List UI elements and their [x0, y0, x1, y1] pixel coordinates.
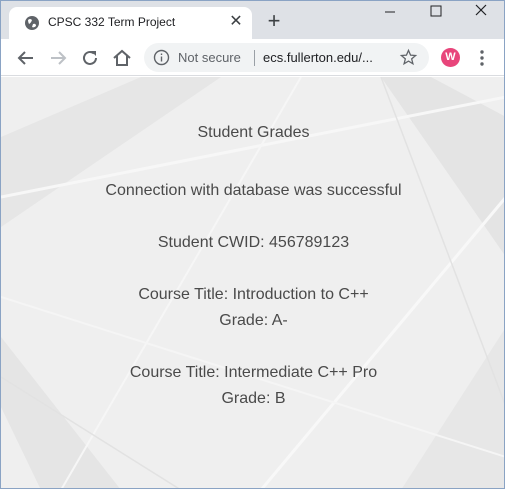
connection-status-text: Connection with database was successful — [105, 182, 402, 199]
course-title-text: Course Title: Intermediate C++ Pro — [129, 364, 378, 381]
tab-cpsc-332-term-project[interactable]: CPSC 332 Term Project ✕ — [9, 7, 252, 39]
back-arrow-icon[interactable] — [14, 46, 38, 70]
security-status-label[interactable]: Not secure — [178, 50, 241, 65]
kebab-menu-icon[interactable] — [474, 48, 490, 68]
course-grade-text: Grade: A- — [219, 312, 288, 329]
tab-strip: CPSC 332 Term Project ✕ + — [1, 1, 505, 39]
window-close-icon[interactable] — [459, 1, 505, 23]
tab-title: CPSC 332 Term Project — [48, 15, 176, 29]
reload-icon[interactable] — [78, 46, 102, 70]
info-icon[interactable] — [153, 49, 170, 66]
browser-toolbar: Not secure ecs.fullerton.edu/... W — [1, 39, 504, 76]
home-icon[interactable] — [110, 46, 134, 70]
address-bar-divider — [254, 50, 255, 66]
url-text[interactable]: ecs.fullerton.edu/... — [263, 50, 373, 65]
globe-icon — [25, 16, 39, 30]
maximize-icon[interactable] — [413, 1, 459, 23]
forward-arrow-icon[interactable] — [46, 46, 70, 70]
address-bar[interactable]: Not secure ecs.fullerton.edu/... — [144, 43, 429, 72]
minimize-icon[interactable] — [367, 1, 413, 23]
page-heading: Student Grades — [197, 124, 310, 141]
new-tab-button[interactable]: + — [263, 10, 285, 32]
bookmark-star-icon[interactable] — [399, 48, 418, 67]
page-viewport: Student Grades Connection with database … — [1, 77, 504, 488]
course-title-text: Course Title: Introduction to C++ — [138, 286, 369, 303]
student-cwid-text: Student CWID: 456789123 — [157, 234, 350, 251]
browser-window: CPSC 332 Term Project ✕ + Not secure ecs… — [0, 0, 505, 489]
profile-avatar[interactable]: W — [441, 48, 460, 67]
tab-close-icon[interactable]: ✕ — [226, 12, 246, 32]
course-grade-text: Grade: B — [221, 390, 286, 407]
